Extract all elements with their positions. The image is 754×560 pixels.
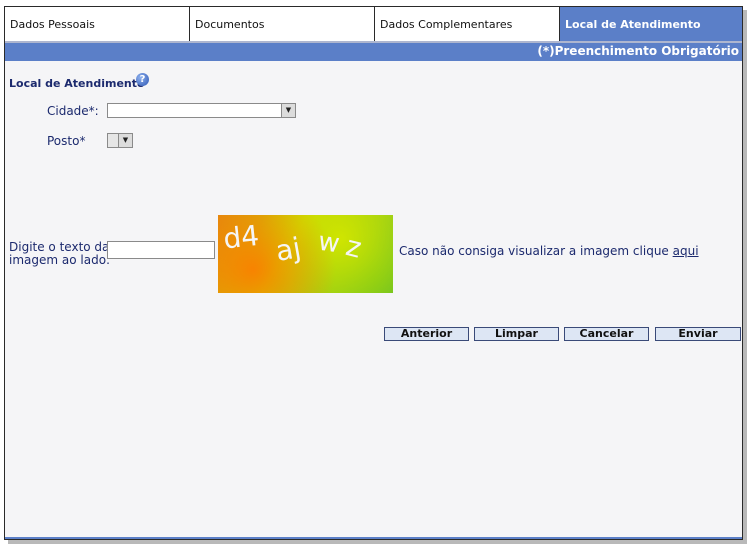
tab-dados-complementares[interactable]: Dados Complementares — [375, 7, 560, 41]
required-fields-bar: (*)Preenchimento Obrigatório — [5, 41, 742, 61]
captcha-glyph-1: d4 — [222, 219, 261, 256]
required-note: (*)Preenchimento Obrigatório — [537, 44, 739, 58]
tab-dados-pessoais[interactable]: Dados Pessoais — [5, 7, 190, 41]
form-window: Dados Pessoais Documentos Dados Compleme… — [4, 6, 743, 540]
cancelar-button[interactable]: Cancelar — [564, 327, 649, 341]
captcha-label-line2: imagem ao lado: — [9, 253, 111, 267]
posto-select[interactable]: ▼ — [107, 133, 133, 148]
cidade-select[interactable]: ▼ — [107, 103, 296, 118]
captcha-image: d4 aj w z — [218, 215, 393, 293]
posto-label: Posto* — [47, 134, 86, 148]
tab-documentos[interactable]: Documentos — [190, 7, 375, 41]
question-circle-icon[interactable]: ? — [136, 73, 149, 86]
tab-bar: Dados Pessoais Documentos Dados Compleme… — [5, 7, 742, 41]
cidade-label: Cidade*: — [47, 104, 99, 118]
captcha-glyph-2: aj — [273, 231, 303, 268]
captcha-input[interactable] — [107, 241, 215, 259]
captcha-help-text: Caso não consiga visualizar a imagem cli… — [399, 244, 673, 258]
chevron-down-icon[interactable]: ▼ — [118, 134, 132, 147]
captcha-help: Caso não consiga visualizar a imagem cli… — [399, 244, 699, 258]
limpar-button[interactable]: Limpar — [474, 327, 559, 341]
captcha-glyph-3: w — [316, 227, 341, 260]
tab-local-de-atendimento[interactable]: Local de Atendimento — [560, 7, 742, 41]
chevron-down-icon[interactable]: ▼ — [281, 104, 295, 117]
captcha-label: Digite o texto da imagem ao lado: — [9, 241, 110, 267]
anterior-button[interactable]: Anterior — [384, 327, 469, 341]
section-title: Local de Atendimento — [9, 77, 145, 90]
bottom-bar — [5, 537, 742, 539]
enviar-button[interactable]: Enviar — [655, 327, 741, 341]
frame-shadow-right — [743, 10, 747, 544]
captcha-glyph-4: z — [343, 229, 365, 265]
captcha-help-link[interactable]: aqui — [673, 244, 699, 258]
frame-shadow-bottom — [8, 540, 747, 544]
